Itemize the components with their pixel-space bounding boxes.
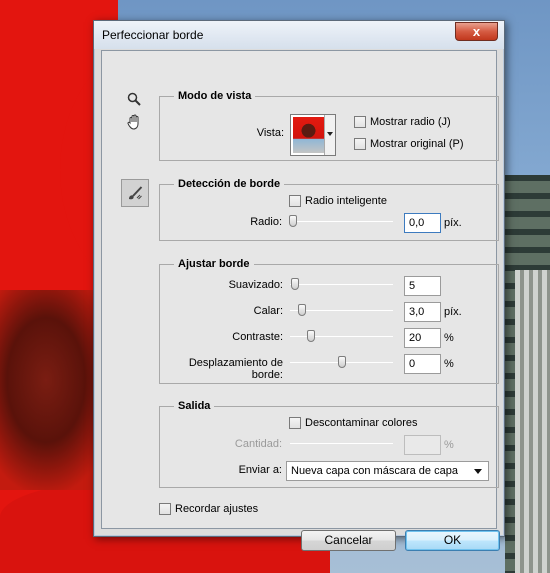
shift-edge-slider[interactable] — [290, 356, 393, 368]
view-preview-thumbnail — [293, 117, 324, 153]
adjust-edge-group: Ajustar borde Suavizado: 5 Calar: 3,0 pí… — [159, 258, 499, 384]
show-radius-checkbox[interactable] — [354, 116, 366, 128]
close-button[interactable]: x — [455, 22, 498, 41]
output-to-select[interactable]: Nueva capa con máscara de capa — [286, 461, 489, 481]
radius-slider[interactable] — [289, 215, 393, 227]
contrast-slider-knob[interactable] — [306, 330, 315, 342]
shift-edge-input[interactable]: 0 — [404, 354, 441, 374]
radius-slider-knob[interactable] — [289, 215, 297, 227]
smooth-slider-knob[interactable] — [291, 278, 300, 290]
title-bar: Perfeccionar borde x — [94, 21, 504, 49]
amount-label: Cantidad: — [234, 438, 282, 450]
view-label: Vista: — [256, 127, 284, 139]
shift-edge-unit: % — [444, 358, 454, 370]
remember-settings-label: Recordar ajustes — [175, 503, 259, 515]
zoom-tool-button[interactable] — [123, 89, 145, 109]
contrast-label: Contraste: — [232, 331, 283, 343]
brush-icon — [129, 186, 143, 200]
output-to-label: Enviar a: — [238, 464, 282, 476]
amount-unit: % — [444, 439, 454, 451]
smooth-slider[interactable] — [290, 278, 393, 290]
show-original-label: Mostrar original (P) — [370, 138, 464, 150]
dialog-title: Perfeccionar borde — [102, 28, 204, 42]
amount-slider — [290, 438, 393, 448]
chevron-down-icon — [474, 469, 482, 474]
show-radius-label: Mostrar radio (J) — [370, 116, 451, 128]
edge-detection-group: Detección de borde Radio inteligente Rad… — [159, 178, 499, 241]
decontaminate-checkbox[interactable] — [289, 417, 301, 429]
contrast-input[interactable]: 20 — [404, 328, 441, 348]
smooth-label: Suavizado: — [228, 279, 283, 291]
ok-button[interactable]: OK — [405, 530, 500, 551]
feather-slider-knob[interactable] — [298, 304, 307, 316]
contrast-slider[interactable] — [290, 330, 393, 342]
output-group: Salida Descontaminar colores Cantidad: %… — [159, 400, 499, 488]
decontaminate-label: Descontaminar colores — [305, 417, 418, 429]
contrast-unit: % — [444, 332, 454, 344]
smooth-input[interactable]: 5 — [404, 276, 441, 296]
close-icon: x — [472, 24, 481, 39]
smart-radius-label: Radio inteligente — [305, 195, 387, 207]
hand-icon — [127, 114, 138, 130]
output-title: Salida — [174, 400, 215, 412]
adjust-edge-title: Ajustar borde — [174, 258, 254, 270]
remember-settings-checkbox[interactable] — [159, 503, 171, 515]
radius-label: Radio: — [250, 216, 282, 228]
feather-input[interactable]: 3,0 — [404, 302, 441, 322]
shift-edge-label: Desplazamiento de borde: — [188, 357, 283, 381]
smart-radius-checkbox[interactable] — [289, 195, 301, 207]
view-mode-title: Modo de vista — [174, 90, 256, 102]
cancel-button[interactable]: Cancelar — [301, 530, 396, 551]
show-original-checkbox[interactable] — [354, 138, 366, 150]
feather-label: Calar: — [253, 305, 283, 317]
radius-unit: píx. — [444, 217, 462, 229]
radius-input[interactable]: 0,0 — [404, 213, 441, 233]
view-mode-group: Modo de vista Vista: Mostrar radio (J) M… — [159, 90, 499, 161]
refine-radius-tool-button[interactable] — [121, 179, 149, 207]
view-mode-dropdown[interactable] — [290, 114, 336, 156]
output-to-value: Nueva capa con máscara de capa — [291, 465, 458, 477]
hand-tool-button[interactable] — [123, 112, 145, 132]
chevron-down-icon — [324, 115, 335, 155]
shift-edge-slider-knob[interactable] — [337, 356, 346, 368]
feather-slider[interactable] — [290, 304, 393, 316]
dialog-body: Modo de vista Vista: Mostrar radio (J) M… — [101, 50, 500, 551]
edge-detection-title: Detección de borde — [174, 178, 285, 190]
amount-input — [404, 435, 441, 455]
magnifier-icon — [127, 92, 141, 106]
refine-edge-dialog: Perfeccionar borde x Modo de vista Vista… — [93, 20, 505, 551]
feather-unit: píx. — [444, 306, 462, 318]
